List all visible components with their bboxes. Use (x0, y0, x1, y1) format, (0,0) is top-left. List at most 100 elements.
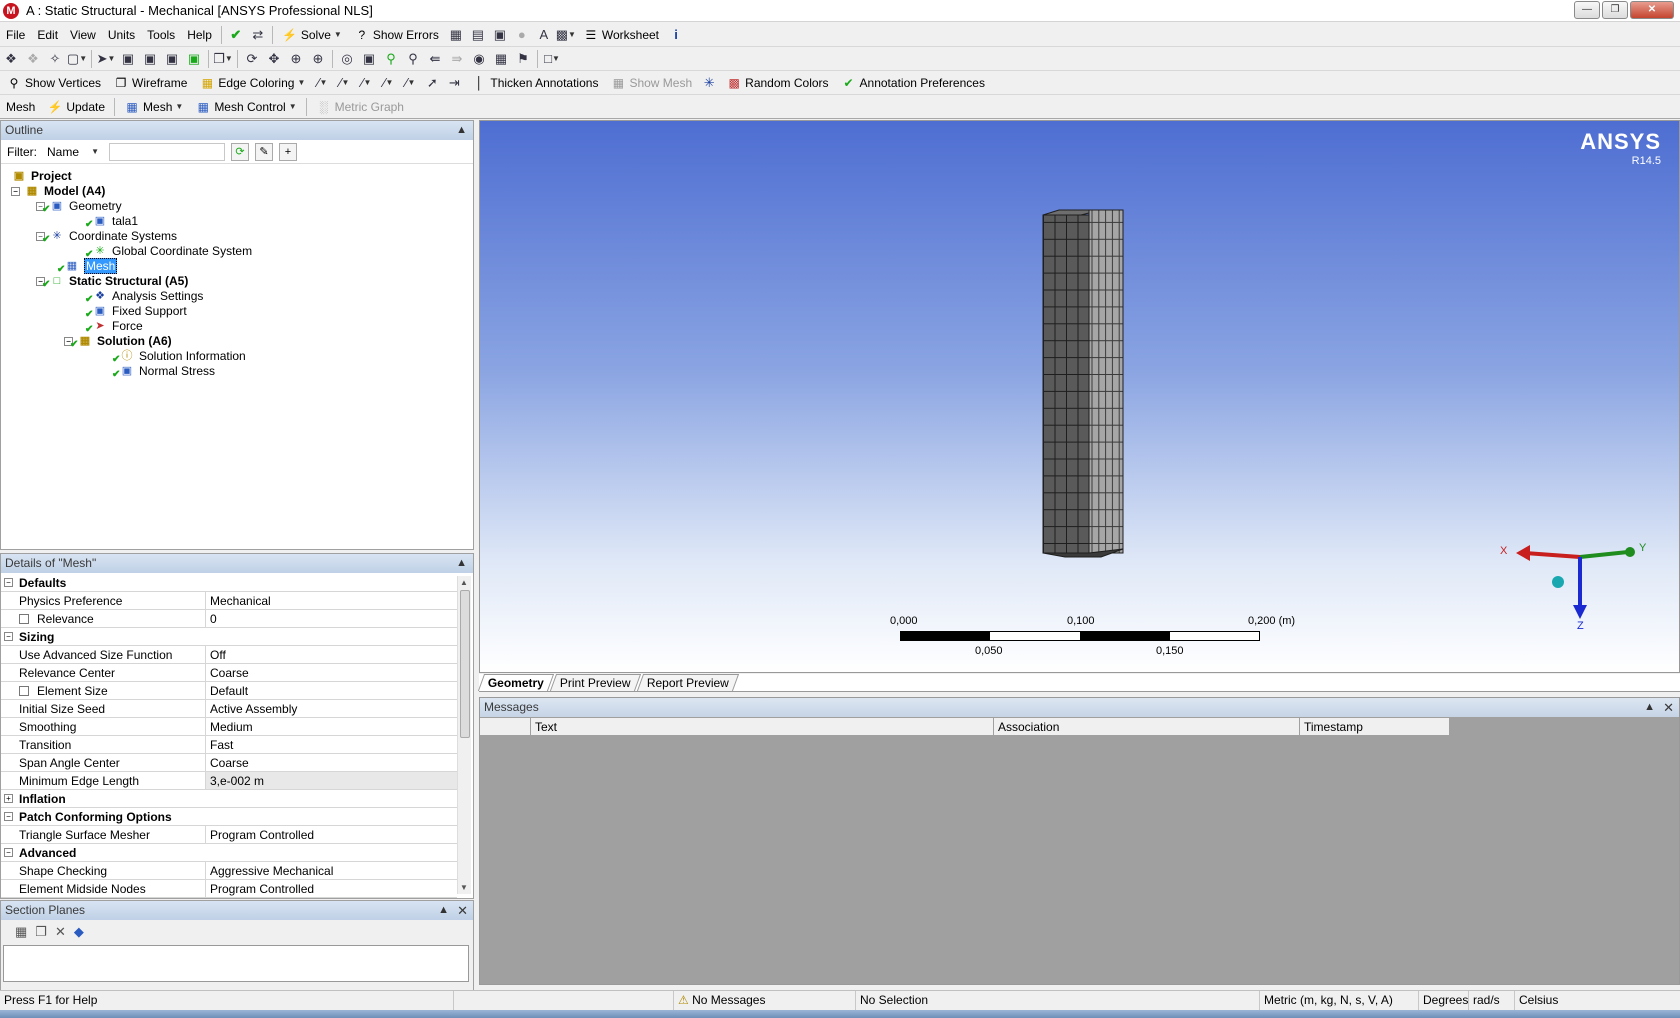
tree-item-normal-stress[interactable]: ▣ ✔ Normal Stress (112, 363, 215, 380)
plane-icon[interactable]: ◆ (74, 924, 84, 940)
new-section-plane-icon[interactable]: ▦ (15, 924, 27, 940)
minimize-button[interactable]: — (1574, 1, 1600, 19)
extend-selection-icon[interactable]: ❐ ▼ (212, 48, 234, 70)
menu-view[interactable]: View (64, 24, 102, 46)
close-button[interactable]: ✕ (1630, 1, 1674, 19)
update-button[interactable]: ⚡ Update (41, 96, 111, 118)
zoom-box-icon[interactable]: ▣ (358, 48, 380, 70)
tree-item-coordinate-systems[interactable]: − ✳ ✔ Coordinate Systems (36, 228, 177, 245)
tree-item-mesh[interactable]: ▦ ✔ Mesh (57, 258, 118, 275)
filter-select[interactable]: Name ▼ (43, 142, 103, 161)
tree-item-model[interactable]: − ▦ Model (A4) (11, 183, 105, 199)
check-icon[interactable]: ✔ (225, 24, 247, 46)
collapse-toggle[interactable]: − (4, 632, 13, 641)
magnifier-window-icon[interactable]: ⚲ (402, 48, 424, 70)
column-header-text[interactable]: Text (531, 718, 994, 736)
expand-all-icon[interactable]: + (279, 142, 297, 161)
column-header-association[interactable]: Association (994, 718, 1300, 736)
image-icon[interactable]: ▩ ▼ (555, 24, 577, 46)
edge-style-1-icon[interactable]: ∕ ▼ (311, 72, 333, 94)
details-group-defaults[interactable]: − Defaults (1, 574, 457, 592)
details-row[interactable]: Relevance Center Coarse (1, 664, 457, 682)
pin-icon[interactable]: ▲ (456, 554, 467, 573)
edge-style-2-icon[interactable]: ∕ ▼ (333, 72, 355, 94)
details-row[interactable]: Element Size Default (1, 682, 457, 700)
clear-filter-icon[interactable]: ✎ (255, 142, 273, 161)
status-temperature-units[interactable]: Celsius (1515, 991, 1575, 1011)
next-view-icon[interactable]: ⇛ (446, 48, 468, 70)
worksheet-button[interactable]: ☰ Worksheet (577, 24, 665, 46)
details-group-patch-conforming[interactable]: − Patch Conforming Options (1, 808, 457, 826)
edge-style-4-icon[interactable]: ∕ ▼ (377, 72, 399, 94)
column-header-icon[interactable] (480, 718, 531, 736)
menu-help[interactable]: Help (181, 24, 218, 46)
show-vertices-button[interactable]: ⚲ Show Vertices (0, 72, 107, 94)
collapse-toggle[interactable]: − (4, 848, 13, 857)
select-edges-icon[interactable]: ▣ (139, 48, 161, 70)
metric-graph-button[interactable]: ░ Metric Graph (310, 96, 410, 118)
tree-item-solution-information[interactable]: ⓘ ✔ Solution Information (112, 348, 246, 365)
details-row[interactable]: Smoothing Medium (1, 718, 457, 736)
axis-triad-icon[interactable]: ✳ (698, 72, 720, 94)
details-row[interactable]: Shape Checking Aggressive Mechanical (1, 862, 457, 880)
status-units[interactable]: Metric (m, kg, N, s, V, A) (1260, 991, 1419, 1011)
collapse-toggle[interactable]: − (4, 578, 13, 587)
info-icon[interactable]: i (665, 24, 687, 46)
parameter-checkbox[interactable] (19, 686, 29, 696)
iso-view-icon[interactable]: ◉ (468, 48, 490, 70)
details-row[interactable]: Span Angle Center Coarse (1, 754, 457, 772)
mesh-control-button[interactable]: ▦ Mesh Control ▼ (189, 96, 302, 118)
parameter-checkbox[interactable] (19, 614, 29, 624)
previous-view-icon[interactable]: ⇚ (424, 48, 446, 70)
details-scrollbar[interactable]: ▲ ▼ (457, 576, 471, 894)
pin-icon[interactable]: ▲ (1644, 698, 1655, 717)
select-mode-icon[interactable]: ➤ ▼ (95, 48, 117, 70)
probe-icon[interactable]: ● (511, 24, 533, 46)
annotation-preferences-button[interactable]: ✔ Annotation Preferences (835, 72, 991, 94)
collapse-toggle[interactable]: − (11, 186, 20, 196)
tree-item-project[interactable]: ▣ Project (11, 168, 72, 184)
edge-coloring-button[interactable]: ▦ Edge Coloring ▼ (193, 72, 311, 94)
filter-input[interactable] (109, 142, 225, 161)
tree-item-static-structural[interactable]: − □ ✔ Static Structural (A5) (36, 273, 188, 290)
edge-split-icon[interactable]: ⇥ (443, 72, 465, 94)
collapse-toggle[interactable]: − (4, 812, 13, 821)
details-row[interactable]: Transition Fast (1, 736, 457, 754)
details-row[interactable]: Minimum Edge Length 3,e-002 m (1, 772, 457, 790)
scroll-thumb[interactable] (460, 590, 470, 738)
solve-button[interactable]: ⚡ Solve ▼ (276, 24, 348, 46)
scroll-down-icon[interactable]: ▼ (460, 883, 468, 892)
details-group-advanced[interactable]: − Advanced (1, 844, 457, 862)
tree-arrow-icon[interactable]: ⇄ (247, 24, 269, 46)
new-section-icon[interactable]: ▦ (445, 24, 467, 46)
tag-icon[interactable]: ⚑ (512, 48, 534, 70)
scroll-up-icon[interactable]: ▲ (460, 578, 468, 587)
tree-item-global-coordinate-system[interactable]: ✳ ✔ Global Coordinate System (85, 243, 252, 260)
select-bodies-icon[interactable]: ▣ (183, 48, 205, 70)
details-row[interactable]: Use Advanced Size Function Off (1, 646, 457, 664)
tree-item-force[interactable]: ➤ ✔ Force (85, 318, 143, 335)
tree-item-fixed-support[interactable]: ▣ ✔ Fixed Support (85, 303, 187, 320)
pin-icon[interactable]: ▲ (456, 121, 467, 140)
select-vertices-icon[interactable]: ▣ (117, 48, 139, 70)
show-mesh-button[interactable]: ▦ Show Mesh (604, 72, 698, 94)
details-row[interactable]: Triangle Surface Mesher Program Controlle… (1, 826, 457, 844)
close-icon[interactable]: ✕ (457, 901, 468, 920)
details-row[interactable]: Physics Preference Mechanical (1, 592, 457, 610)
random-colors-button[interactable]: ▩ Random Colors (720, 72, 834, 94)
status-angle-units[interactable]: Degrees (1419, 991, 1469, 1011)
rotate-icon[interactable]: ⟳ (241, 48, 263, 70)
status-messages[interactable]: ⚠ No Messages (674, 991, 856, 1011)
menu-tools[interactable]: Tools (141, 24, 181, 46)
thicken-annotations-button[interactable]: │ Thicken Annotations (465, 72, 604, 94)
details-row[interactable]: Element Midside Nodes Program Controlled (1, 880, 457, 898)
details-row[interactable]: Relevance 0 (1, 610, 457, 628)
details-row[interactable]: Initial Size Seed Active Assembly (1, 700, 457, 718)
column-header-timestamp[interactable]: Timestamp (1300, 718, 1450, 736)
magnifier-icon[interactable]: ⚲ (380, 48, 402, 70)
pan-icon[interactable]: ✥ (263, 48, 285, 70)
select-vertex-icon[interactable]: ❖ (22, 48, 44, 70)
tab-print-preview[interactable]: Print Preview (549, 674, 641, 691)
viewports-icon[interactable]: □ ▼ (541, 48, 563, 70)
new-chart-icon[interactable]: ▤ (467, 24, 489, 46)
